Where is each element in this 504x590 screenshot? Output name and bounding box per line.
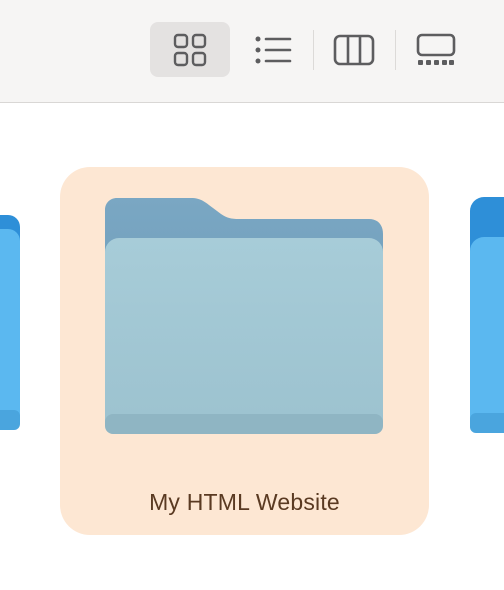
gallery-view-button[interactable]	[408, 22, 464, 77]
finder-toolbar	[0, 0, 504, 103]
folder-icon[interactable]	[470, 197, 504, 437]
columns-icon	[333, 34, 375, 65]
column-view-button[interactable]	[326, 22, 382, 77]
toolbar-separator	[313, 30, 314, 70]
folder-icon	[105, 198, 383, 434]
folder-name-label: My HTML Website	[149, 489, 340, 515]
icon-view-button[interactable]	[150, 22, 230, 77]
selected-folder-item[interactable]: My HTML Website	[60, 167, 429, 535]
grid-icon	[173, 33, 207, 66]
toolbar-separator	[395, 30, 396, 70]
folder-icon[interactable]	[0, 215, 20, 435]
list-view-button[interactable]	[245, 22, 301, 77]
list-icon	[255, 36, 292, 63]
icon-view-content: My HTML Website	[0, 103, 504, 590]
gallery-icon	[416, 33, 456, 65]
